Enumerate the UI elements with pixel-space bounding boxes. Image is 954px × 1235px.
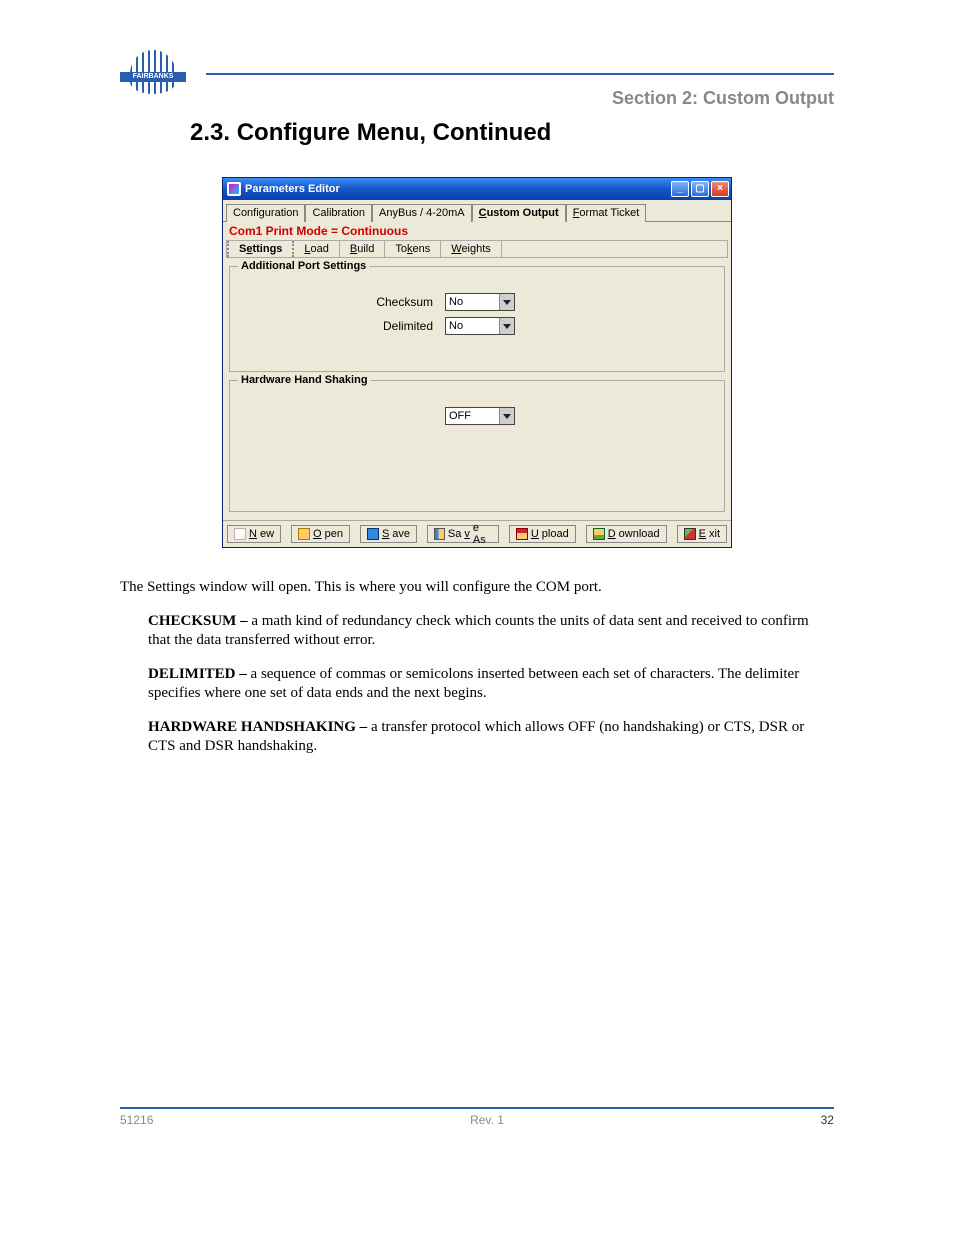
para-delimited: DELIMITED – a sequence of commas or semi… (120, 665, 834, 704)
download-button[interactable]: Download (586, 525, 667, 543)
subtab-build[interactable]: Build (340, 241, 385, 257)
footer-left: 51216 (120, 1113, 153, 1127)
fairbanks-logo: FAIRBANKS (120, 50, 186, 98)
bottom-toolbar: New Open Save Save As Upload Download Exit (223, 520, 731, 547)
tab-calibration[interactable]: Calibration (305, 204, 372, 222)
chevron-down-icon[interactable] (499, 408, 514, 424)
save-button[interactable]: Save (360, 525, 417, 543)
para-handshaking: HARDWARE HANDSHAKING – a transfer protoc… (120, 718, 834, 757)
subtab-weights[interactable]: Weights (441, 241, 502, 257)
section-title: 2.3. Configure Menu, Continued (190, 119, 834, 147)
para-intro: The Settings window will open. This is w… (120, 578, 834, 598)
combo-handshaking[interactable]: OFF (445, 407, 515, 425)
new-button[interactable]: New (227, 525, 281, 543)
exit-icon (684, 528, 696, 540)
body-copy: The Settings window will open. This is w… (120, 578, 834, 757)
minimize-button[interactable]: _ (671, 181, 689, 197)
page-footer: 51216 Rev. 1 32 (120, 1107, 834, 1127)
tab-anybus[interactable]: AnyBus / 4-20mA (372, 204, 472, 222)
para-checksum: CHECKSUM – a math kind of redundancy che… (120, 612, 834, 651)
close-button[interactable]: × (711, 181, 729, 197)
group-title-hhs: Hardware Hand Shaking (238, 374, 371, 386)
app-icon (227, 182, 241, 196)
download-icon (593, 528, 605, 540)
tab-custom-output[interactable]: Custom Output (472, 204, 566, 222)
parameters-editor-window: Parameters Editor _ ▢ × Configuration Ca… (222, 177, 732, 548)
open-button[interactable]: Open (291, 525, 350, 543)
header-rule (206, 73, 834, 75)
new-icon (234, 528, 246, 540)
combo-delimited[interactable]: No (445, 317, 515, 335)
open-icon (298, 528, 310, 540)
maximize-button[interactable]: ▢ (691, 181, 709, 197)
chevron-down-icon[interactable] (499, 318, 514, 334)
window-title: Parameters Editor (245, 183, 340, 195)
tab-configuration[interactable]: Configuration (226, 204, 305, 222)
screenshot-figure: Parameters Editor _ ▢ × Configuration Ca… (120, 177, 834, 548)
upload-button[interactable]: Upload (509, 525, 576, 543)
combo-checksum[interactable]: No (445, 293, 515, 311)
upload-icon (516, 528, 528, 540)
label-delimited: Delimited (240, 319, 445, 333)
group-title-additional: Additional Port Settings (238, 260, 369, 272)
tab-format-ticket[interactable]: Format Ticket (566, 204, 647, 222)
save-icon (367, 528, 379, 540)
chevron-down-icon[interactable] (499, 294, 514, 310)
save-as-icon (434, 528, 445, 540)
group-additional-port-settings: Additional Port Settings Checksum No Del… (229, 266, 725, 372)
com1-print-mode-line: Com1 Print Mode = Continuous (223, 221, 731, 240)
exit-button[interactable]: Exit (677, 525, 727, 543)
subtab-row: Settings Load Build Tokens Weights (226, 240, 728, 258)
window-titlebar[interactable]: Parameters Editor _ ▢ × (223, 178, 731, 200)
group-hardware-handshaking: Hardware Hand Shaking OFF (229, 380, 725, 512)
subtab-settings[interactable]: Settings (227, 241, 294, 257)
footer-center: Rev. 1 (470, 1113, 504, 1127)
main-tabstrip: Configuration Calibration AnyBus / 4-20m… (223, 200, 731, 221)
subtab-tokens[interactable]: Tokens (385, 241, 441, 257)
label-checksum: Checksum (240, 295, 445, 309)
footer-right-page: 32 (821, 1113, 834, 1127)
save-as-button[interactable]: Save As (427, 525, 499, 543)
subtab-load[interactable]: Load (294, 241, 339, 257)
